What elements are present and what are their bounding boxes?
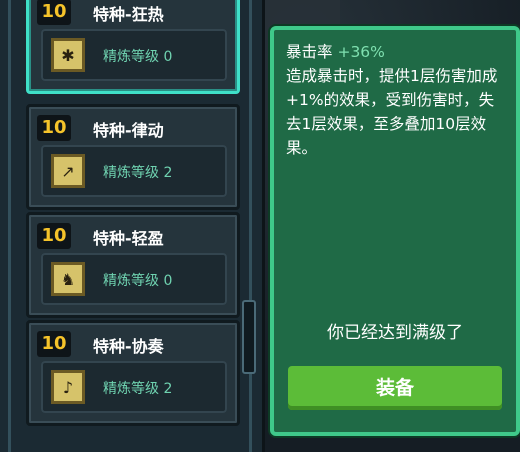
item-detail: ♞ 精炼等级 0 [41, 253, 227, 305]
item-tooltip: 暴击率 +36% 造成暴击时，提供1层伤害加成+1%的效果，受到伤害时，失去1层… [270, 26, 520, 436]
effect-description: 造成暴击时，提供1层伤害加成+1%的效果，受到伤害时，失去1层效果，至多叠加10… [286, 67, 498, 157]
item-card-fervor[interactable]: 10 特种-狂热 ✱ 精炼等级 0 [26, 0, 240, 94]
chip-icon: ♪ [51, 370, 85, 404]
refine-level: 精炼等级 2 [103, 165, 173, 181]
level-badge: 10 [37, 223, 71, 249]
stat-label: 暴击率 [286, 43, 333, 61]
level-badge: 10 [37, 331, 71, 357]
equip-button[interactable]: 装备 [288, 366, 502, 410]
item-detail: ✱ 精炼等级 0 [41, 29, 227, 81]
item-name: 特种-轻盈 [93, 229, 164, 248]
item-card-concerto[interactable]: 10 特种-协奏 ♪ 精炼等级 2 [26, 320, 240, 426]
refine-level: 精炼等级 0 [103, 49, 173, 65]
max-level-message: 你已经达到满级了 [327, 323, 463, 343]
item-name: 特种-协奏 [93, 337, 164, 356]
chip-icon: ✱ [51, 38, 85, 72]
level-badge: 10 [37, 0, 71, 25]
item-card-light[interactable]: 10 特种-轻盈 ♞ 精炼等级 0 [26, 212, 240, 318]
item-list-panel[interactable]: 10 特种-狂热 ✱ 精炼等级 0 10 特种-律动 ↗ 精炼等级 2 10 特… [0, 0, 265, 452]
chip-icon: ♞ [51, 262, 85, 296]
item-detail: ↗ 精炼等级 2 [41, 145, 227, 197]
item-card-rhythm[interactable]: 10 特种-律动 ↗ 精炼等级 2 [26, 104, 240, 210]
refine-level: 精炼等级 0 [103, 273, 173, 289]
item-name: 特种-狂热 [93, 5, 164, 24]
item-detail: ♪ 精炼等级 2 [41, 361, 227, 413]
stat-value: +36% [337, 43, 385, 61]
stat-line: 暴击率 +36% [286, 40, 506, 64]
refine-level: 精炼等级 2 [103, 381, 173, 397]
chip-icon: ↗ [51, 154, 85, 188]
item-name: 特种-律动 [93, 121, 164, 140]
level-badge: 10 [37, 115, 71, 141]
scrollbar[interactable] [242, 300, 256, 374]
tooltip-text: 暴击率 +36% 造成暴击时，提供1层伤害加成+1%的效果，受到伤害时，失去1层… [286, 40, 506, 160]
